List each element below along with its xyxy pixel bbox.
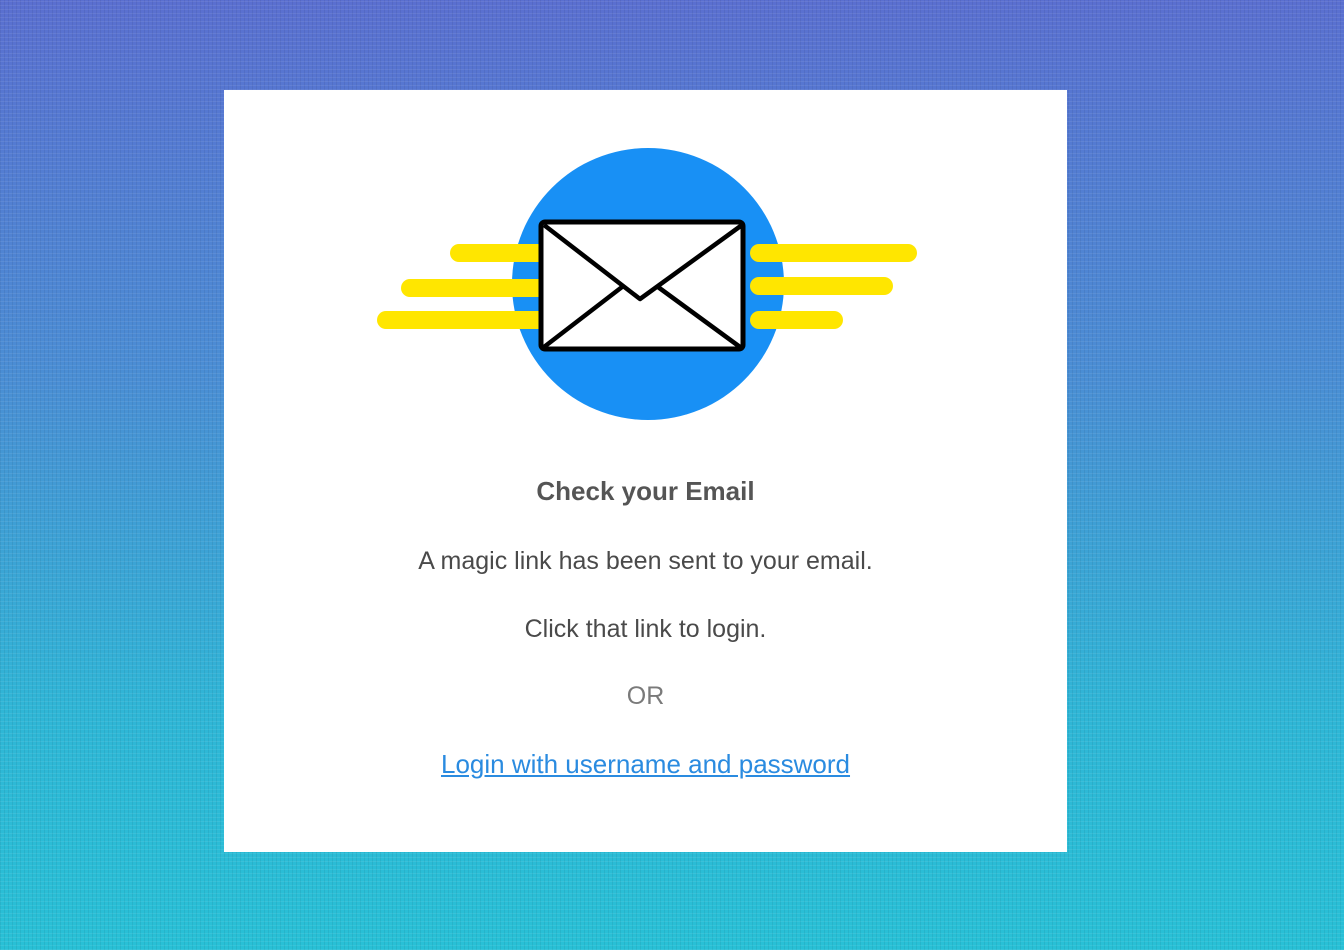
click-link-instruction: Click that link to login. — [524, 615, 767, 643]
or-separator: OR — [626, 682, 665, 710]
email-sent-illustration — [374, 145, 924, 425]
envelope-icon — [377, 148, 917, 420]
magic-link-sent-text: A magic link has been sent to your email… — [418, 547, 873, 575]
page-title: Check your Email — [536, 476, 755, 506]
alt-login-container: Login with username and password — [224, 749, 1067, 780]
login-with-password-link[interactable]: Login with username and password — [441, 749, 850, 779]
check-email-card: Check your Email A magic link has been s… — [224, 90, 1067, 852]
envelope — [538, 219, 746, 352]
